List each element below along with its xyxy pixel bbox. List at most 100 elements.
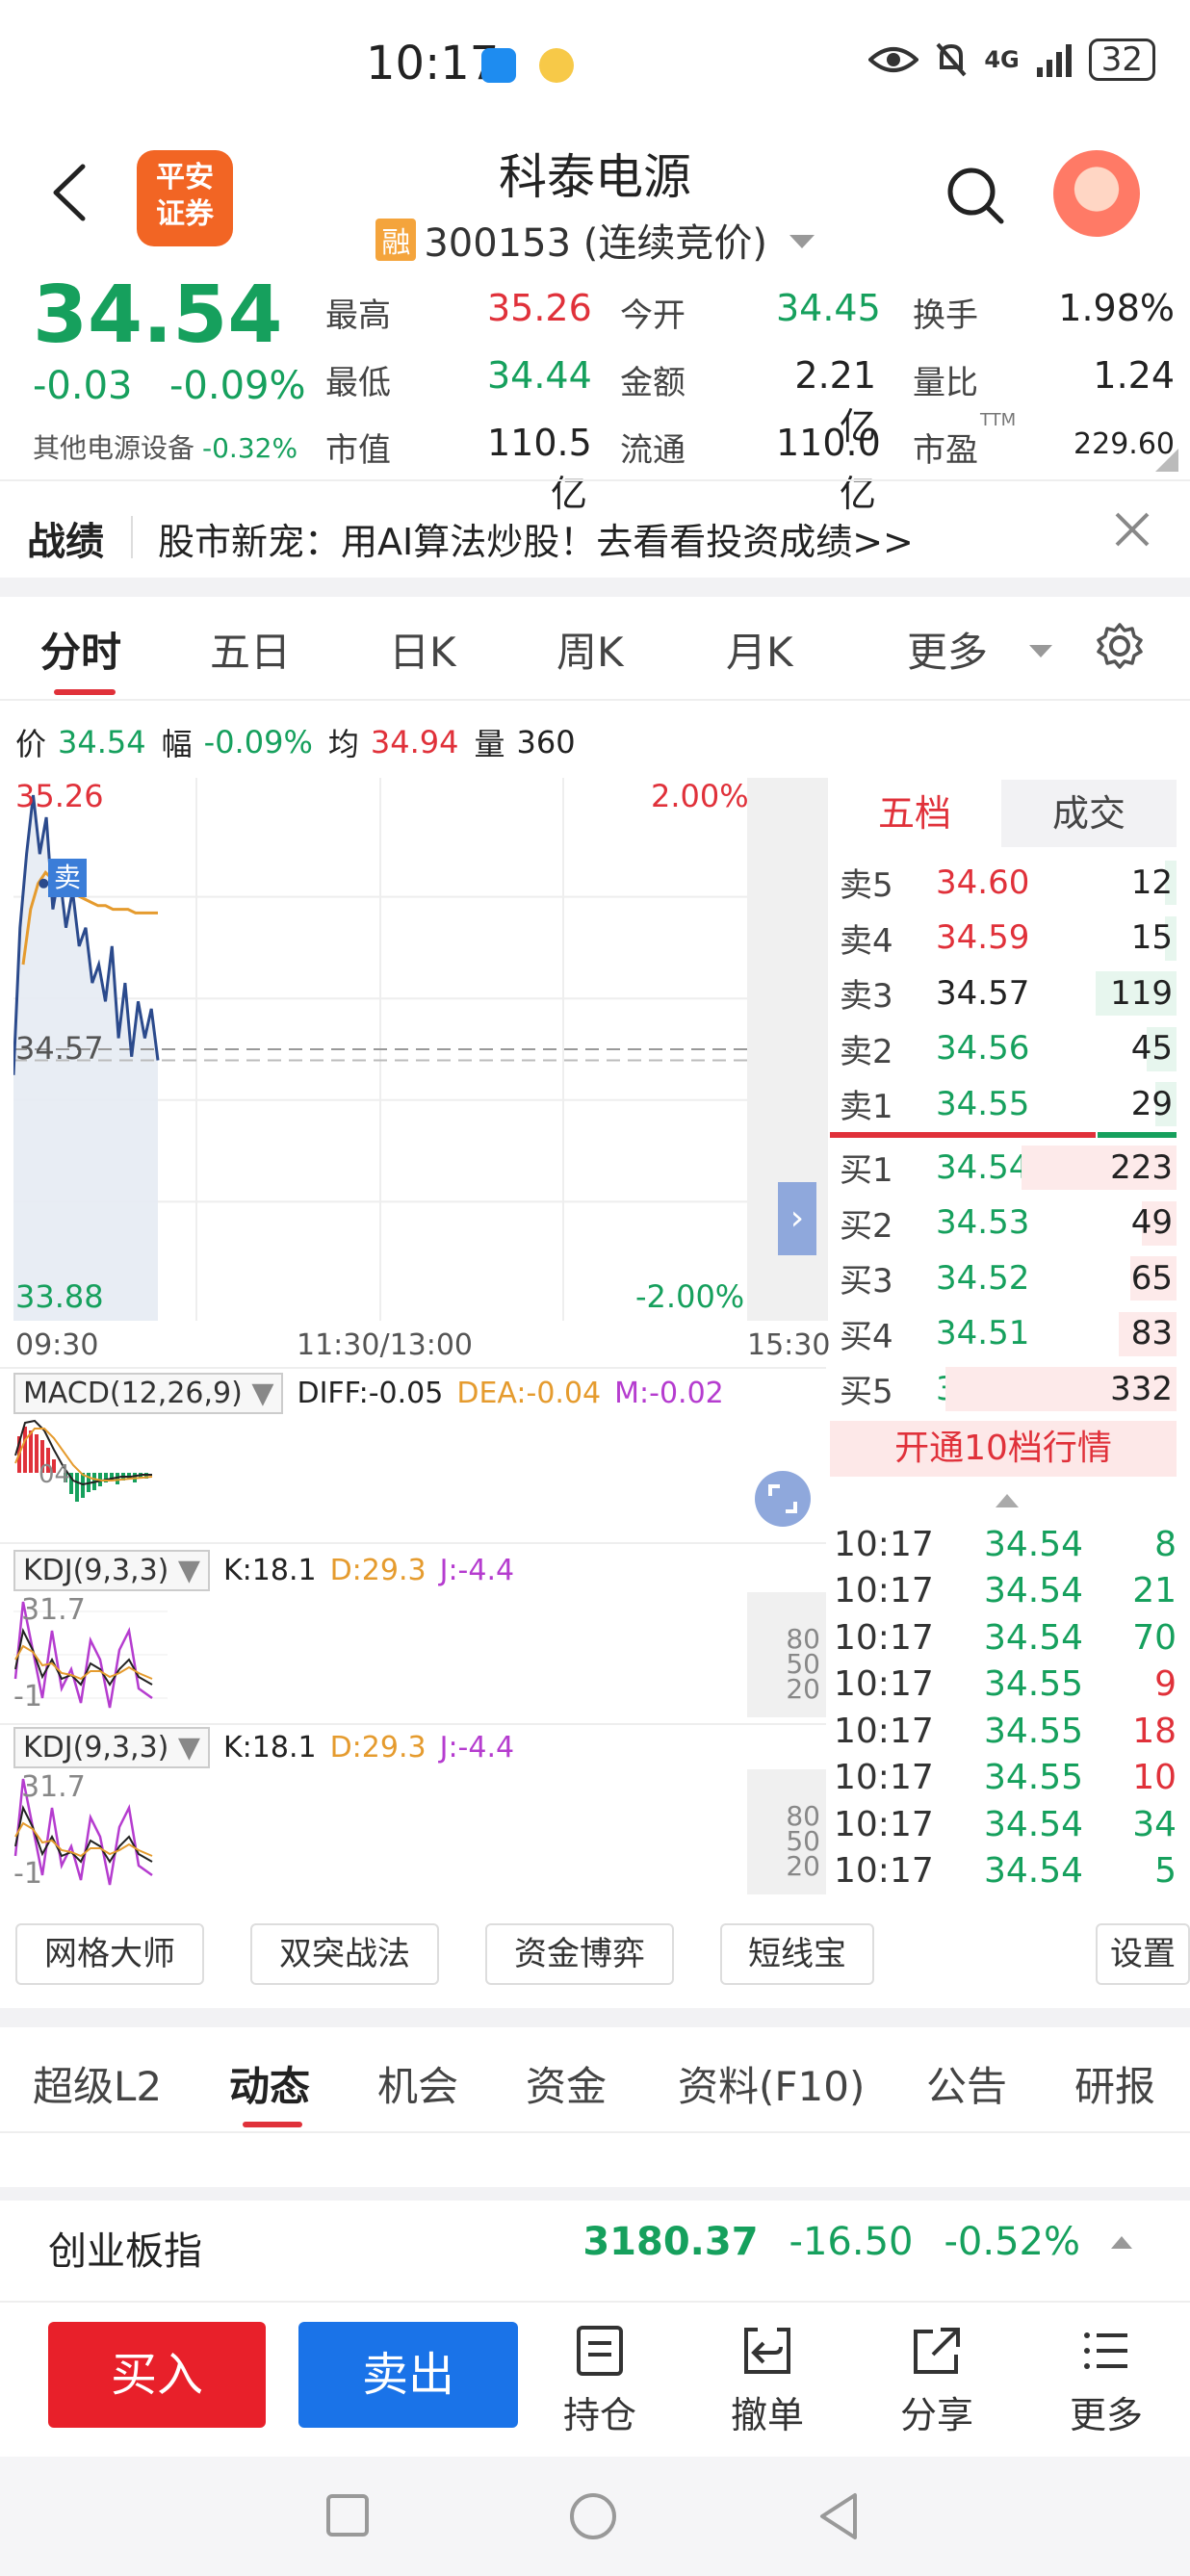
- level-volume: 45: [1130, 1029, 1173, 1068]
- ask-level[interactable]: 卖3 34.57 119: [840, 966, 1177, 1020]
- caret-up-icon[interactable]: [1111, 2235, 1132, 2249]
- expand-icon: [768, 1484, 797, 1513]
- index-change: -16.50: [789, 2220, 914, 2264]
- tick-price: 34.54: [984, 1804, 1084, 1844]
- quote-value: 34.44: [487, 354, 592, 397]
- tick-price: 34.55: [984, 1711, 1084, 1751]
- search-button[interactable]: [945, 166, 1005, 225]
- bid-level[interactable]: 买3 34.52 65: [840, 1250, 1177, 1305]
- tab-super-l2[interactable]: 超级L2: [33, 2054, 162, 2113]
- intraday-chart[interactable]: [13, 778, 828, 1321]
- corner-triangle-icon: [1155, 449, 1178, 472]
- info-avg: 34.94: [370, 724, 459, 760]
- stock-code-selector[interactable]: 融 300153 (连续竞价): [0, 212, 1190, 268]
- strategy-capital-game[interactable]: 资金博弈: [485, 1923, 674, 1985]
- tab-announcements[interactable]: 公告: [926, 2054, 1007, 2113]
- ask-level[interactable]: 卖2 34.56 45: [840, 1021, 1177, 1076]
- back-nav-button[interactable]: [816, 2491, 861, 2545]
- y-tick-low: 33.88: [15, 1278, 104, 1315]
- caret-down-icon: [789, 235, 815, 248]
- macd-m: M:-0.02: [614, 1377, 724, 1410]
- macd-inner-label: 04: [39, 1460, 70, 1489]
- kdj2-selector[interactable]: KDJ(9,3,3) ▼: [13, 1727, 210, 1768]
- menu-icon: [1084, 2332, 1127, 2369]
- pe-superscript: TTM: [980, 410, 1017, 430]
- kdj1-selector[interactable]: KDJ(9,3,3) ▼: [13, 1550, 210, 1591]
- level-label: 卖2: [840, 1032, 893, 1071]
- tab-opportunities[interactable]: 机会: [377, 2054, 458, 2113]
- tab-research[interactable]: 研报: [1074, 2054, 1155, 2113]
- banner-close-button[interactable]: [1111, 508, 1153, 551]
- bid-level[interactable]: 买534.50332: [840, 1361, 1177, 1416]
- cancel-order-button[interactable]: 撤单: [705, 2324, 830, 2438]
- sector-name: 其他电源设备: [33, 432, 195, 464]
- tab-monthly-k[interactable]: 月K: [726, 620, 793, 679]
- tick-time: 10:17: [834, 1571, 934, 1610]
- sell-button[interactable]: 卖出: [298, 2322, 518, 2428]
- strategy-grid-master[interactable]: 网格大师: [15, 1923, 204, 1985]
- more-button[interactable]: 更多: [1044, 2324, 1169, 2438]
- info-vol-label: 量: [474, 726, 505, 762]
- bid-level[interactable]: 买1 34.54 223: [840, 1140, 1177, 1195]
- trade-tick-row: 10:17 34.54 5: [834, 1848, 1177, 1894]
- strategy-short-term[interactable]: 短线宝: [720, 1923, 874, 1985]
- recent-apps-button[interactable]: [325, 2493, 370, 2541]
- tick-price: 34.54: [984, 1571, 1084, 1610]
- triangle-back-icon: [820, 2493, 857, 2539]
- assistant-avatar[interactable]: [1053, 150, 1140, 237]
- level-volume: 65: [1130, 1258, 1173, 1298]
- tab-more[interactable]: 更多: [907, 620, 1053, 679]
- ask-level[interactable]: 卖1 34.55 29: [840, 1076, 1177, 1131]
- level-label: 买5: [840, 1373, 893, 1411]
- index-value: 3180.37: [582, 2220, 759, 2264]
- share-button[interactable]: 分享: [874, 2324, 999, 2438]
- margin-badge: 融: [375, 219, 417, 261]
- level-volume: 29: [1130, 1084, 1173, 1123]
- info-price-label: 价: [15, 726, 47, 762]
- tab-f10[interactable]: 资料(F10): [678, 2054, 865, 2113]
- x-tick-midday: 11:30/13:00: [297, 1328, 474, 1362]
- trade-tick-row: 10:17 34.55 18: [834, 1708, 1177, 1754]
- quote-value: 110.5亿: [487, 422, 592, 515]
- macd-selector[interactable]: MACD(12,26,9) ▼: [13, 1373, 284, 1414]
- quote-value: 229.60: [1074, 427, 1175, 461]
- sector-info[interactable]: 其他电源设备 -0.32%: [33, 427, 298, 466]
- stock-code-status: 300153 (连续竞价): [424, 221, 767, 266]
- tick-volume: 34: [1132, 1804, 1177, 1844]
- bid-level[interactable]: 买4 34.51 83: [840, 1306, 1177, 1361]
- positions-button[interactable]: 持仓: [537, 2324, 662, 2438]
- tick-time: 10:17: [834, 1664, 934, 1704]
- chart-settings-button[interactable]: [1096, 622, 1144, 674]
- tab-capital[interactable]: 资金: [526, 2054, 607, 2113]
- sell-marker[interactable]: 卖: [48, 859, 87, 897]
- tab-trades[interactable]: 成交: [1001, 780, 1177, 847]
- expand-orderbook-button[interactable]: ›: [778, 1182, 816, 1255]
- ask-level[interactable]: 卖4 34.59 15: [840, 911, 1177, 966]
- bid-ask-divider-red: [830, 1132, 1096, 1138]
- tab-daily-k[interactable]: 日K: [389, 620, 456, 679]
- tab-five-day[interactable]: 五日: [210, 620, 291, 679]
- level-price: 34.59: [936, 918, 1030, 957]
- home-button[interactable]: [568, 2491, 618, 2545]
- signal-icon: [1036, 44, 1072, 77]
- strategy-double-break[interactable]: 双突战法: [250, 1923, 439, 1985]
- bid-level[interactable]: 买2 34.53 49: [840, 1196, 1177, 1250]
- fullscreen-button[interactable]: [755, 1471, 811, 1527]
- message-app-icon: [481, 48, 516, 83]
- tab-news[interactable]: 动态: [229, 2054, 310, 2113]
- upgrade-level10-button[interactable]: 开通10档行情: [830, 1421, 1177, 1477]
- level-label: 卖4: [840, 921, 893, 961]
- strategy-settings[interactable]: 设置: [1096, 1923, 1190, 1985]
- price-change: -0.03: [33, 364, 133, 408]
- banner-link[interactable]: 股市新宠：用AI算法炒股！去看看投资成绩>>: [158, 512, 914, 565]
- tab-weekly-k[interactable]: 周K: [556, 620, 624, 679]
- collapse-caret-icon[interactable]: [996, 1494, 1019, 1507]
- trade-tick-row: 10:17 34.54 21: [834, 1568, 1177, 1614]
- kdj2-j: J:-4.4: [439, 1731, 515, 1765]
- kdj2-k: K:18.1: [223, 1731, 317, 1765]
- buy-button[interactable]: 买入: [48, 2322, 266, 2428]
- ask-level[interactable]: 卖5 34.60 12: [840, 855, 1177, 910]
- tab-order-book[interactable]: 五档: [830, 780, 999, 847]
- quote-label: 最低: [325, 364, 391, 402]
- tab-intraday[interactable]: 分时: [40, 620, 121, 679]
